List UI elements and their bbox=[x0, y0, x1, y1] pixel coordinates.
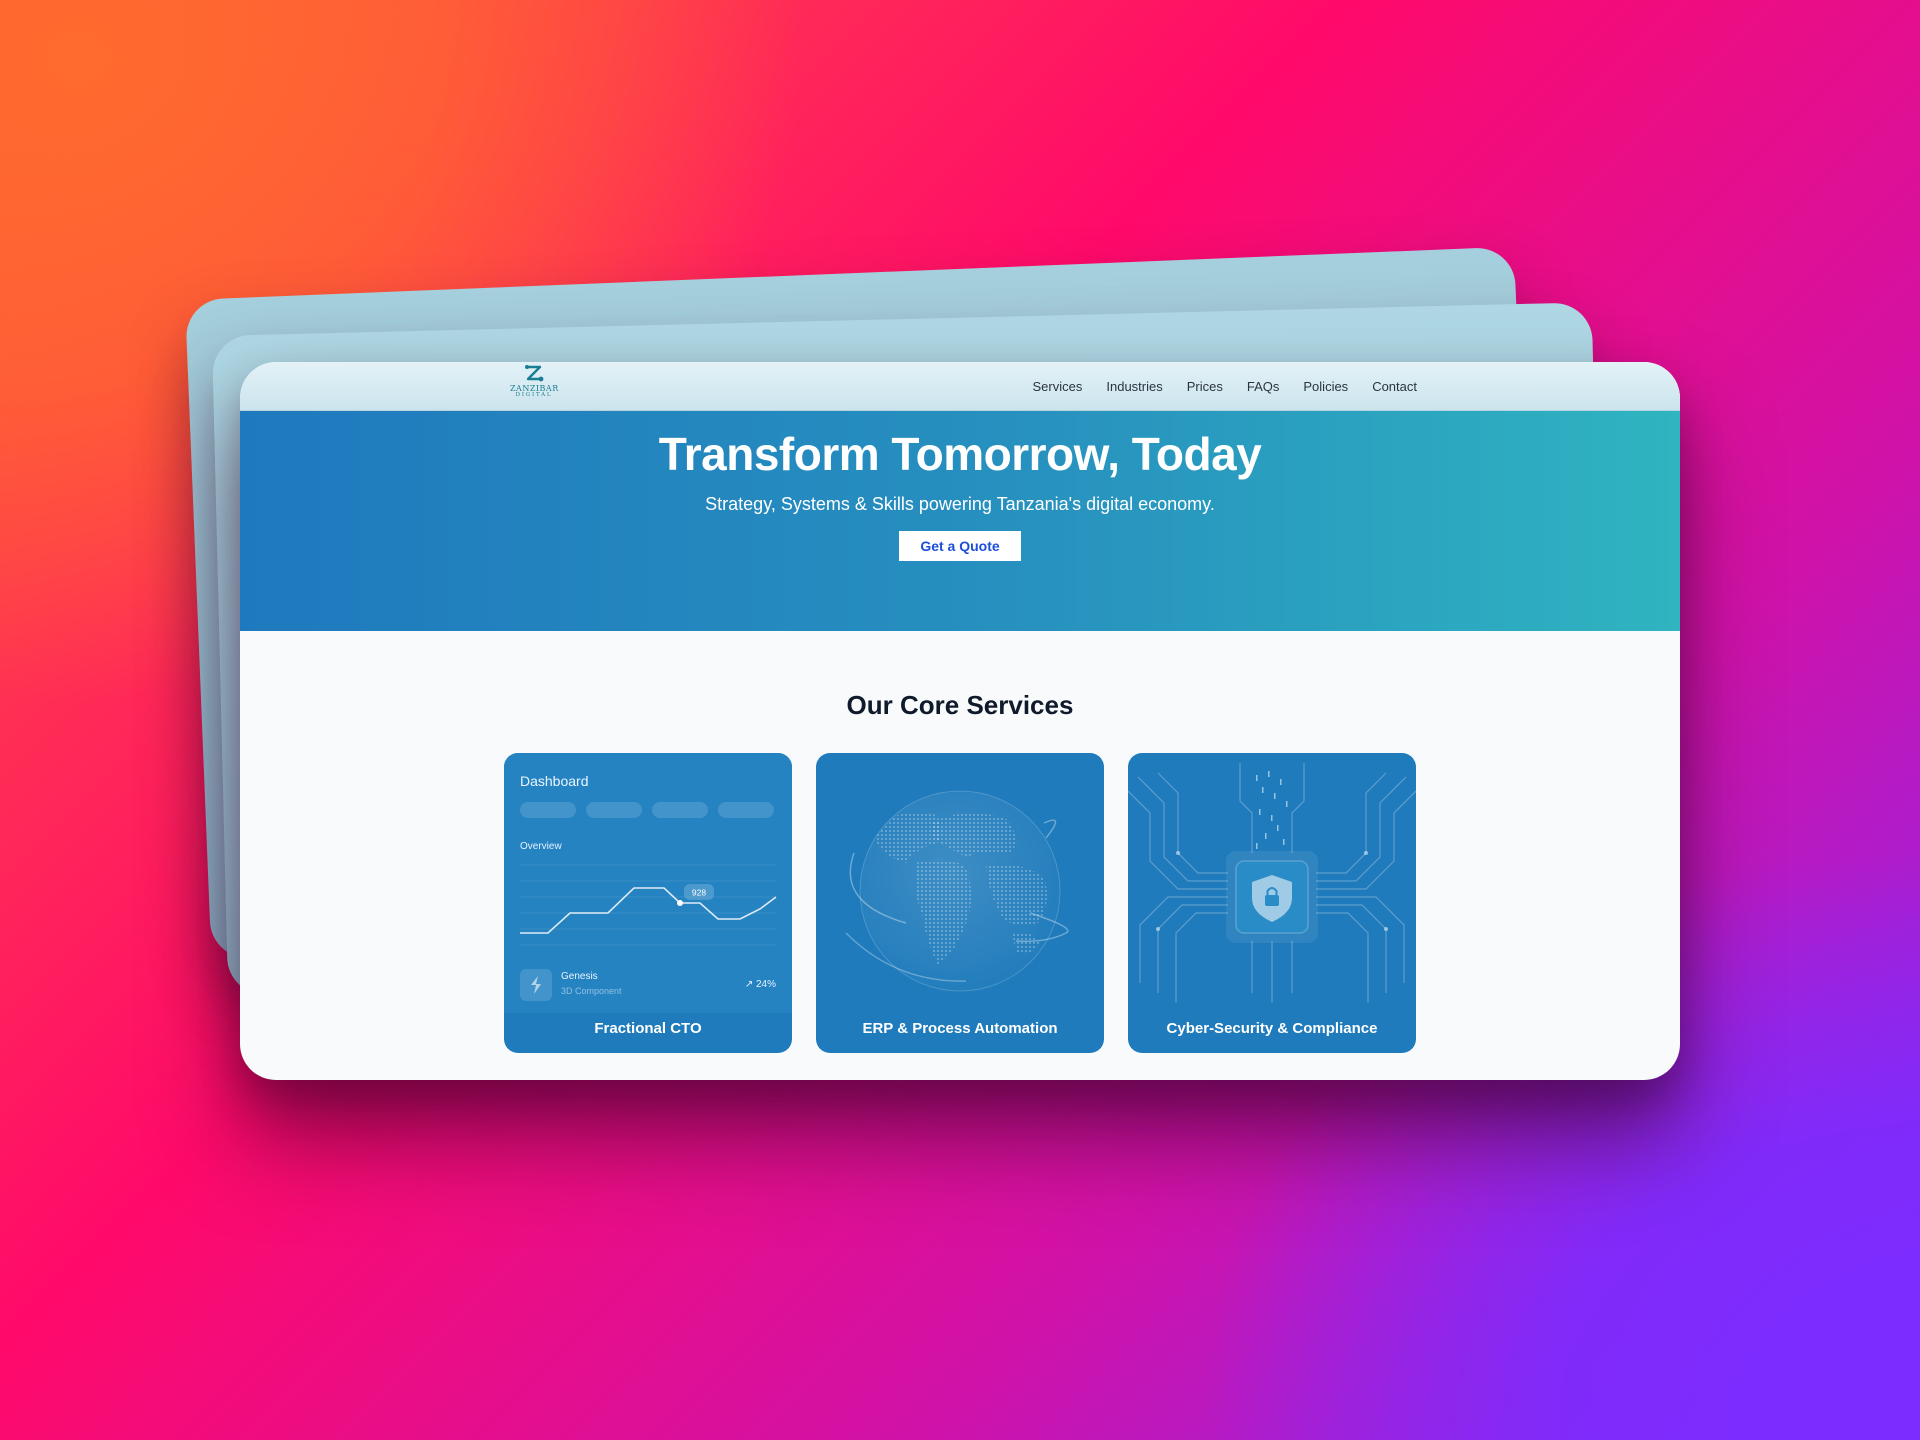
dashboard-tab-pill bbox=[586, 802, 642, 818]
nav-policies[interactable]: Policies bbox=[1303, 379, 1348, 394]
dashboard-tab-pill bbox=[520, 802, 576, 818]
hero-title: Transform Tomorrow, Today bbox=[658, 428, 1262, 480]
services-heading: Our Core Services bbox=[846, 690, 1074, 720]
service-card-cyber-security[interactable]: Cyber-Security & Compliance bbox=[1128, 753, 1416, 1053]
nav-contact[interactable]: Contact bbox=[1372, 379, 1417, 394]
dashboard-item-name: Genesis bbox=[561, 971, 598, 982]
dashboard-list-item: Genesis 3D Component ↗ 24% bbox=[504, 969, 792, 1013]
nav-links: Services Industries Prices FAQs Policies… bbox=[1033, 362, 1417, 410]
service-card-fractional-cto[interactable]: Dashboard Overview 928 Genesis 3D Compon… bbox=[504, 753, 792, 1053]
nav-prices[interactable]: Prices bbox=[1187, 379, 1223, 394]
genesis-logo-icon bbox=[520, 969, 552, 1001]
website-window: ZANZIBAR DIGITAL Services Industries Pri… bbox=[240, 362, 1680, 1080]
nav-industries[interactable]: Industries bbox=[1106, 379, 1162, 394]
service-cards: Dashboard Overview 928 Genesis 3D Compon… bbox=[240, 753, 1680, 1053]
nav-services[interactable]: Services bbox=[1033, 379, 1083, 394]
dashboard-illustration: Dashboard Overview 928 Genesis 3D Compon… bbox=[504, 753, 792, 1013]
service-card-erp[interactable]: ERP & Process Automation bbox=[816, 753, 1104, 1053]
nav-faqs[interactable]: FAQs bbox=[1247, 379, 1280, 394]
dashboard-tab-pill bbox=[718, 802, 774, 818]
services-section: Our Core Services Dashboard Overview 928… bbox=[240, 631, 1680, 1053]
brand-tagline: DIGITAL bbox=[515, 392, 553, 398]
hero-subtitle: Strategy, Systems & Skills powering Tanz… bbox=[705, 494, 1215, 514]
navbar: ZANZIBAR DIGITAL Services Industries Pri… bbox=[240, 362, 1680, 411]
dashboard-overview-label: Overview bbox=[520, 841, 562, 852]
dashboard-title: Dashboard bbox=[520, 773, 589, 789]
dashboard-line-chart: 928 bbox=[520, 864, 777, 946]
globe-icon bbox=[845, 790, 1069, 992]
service-card-title: Fractional CTO bbox=[594, 1020, 702, 1037]
dashboard-tab-pill bbox=[652, 802, 708, 818]
shield-lock-icon bbox=[1128, 763, 1416, 1003]
service-card-title: ERP & Process Automation bbox=[862, 1020, 1058, 1037]
logo-z-icon bbox=[525, 365, 544, 382]
hero-section: Transform Tomorrow, Today Strategy, Syst… bbox=[240, 411, 1680, 631]
brand-logo[interactable]: ZANZIBAR DIGITAL bbox=[510, 364, 558, 408]
dashboard-trend-value: ↗ 24% bbox=[744, 979, 776, 990]
get-quote-button[interactable]: Get a Quote bbox=[899, 531, 1021, 561]
dashboard-item-subtitle: 3D Component bbox=[561, 986, 622, 996]
service-card-title: Cyber-Security & Compliance bbox=[1166, 1020, 1378, 1037]
chart-point bbox=[677, 900, 683, 906]
chart-tooltip-value: 928 bbox=[692, 888, 706, 898]
